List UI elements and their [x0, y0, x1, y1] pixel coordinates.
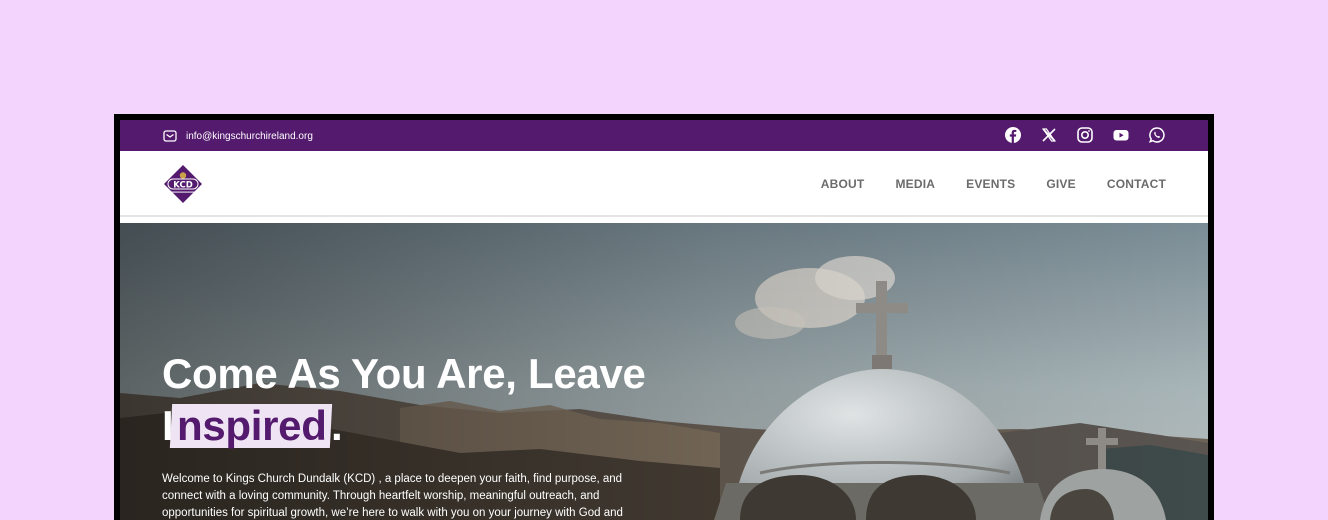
instagram-icon[interactable] [1076, 126, 1094, 144]
nav-about[interactable]: ABOUT [821, 177, 865, 191]
social-links [1004, 126, 1166, 144]
hero-intro-text: Welcome to Kings Church Dundalk (KCD) , … [162, 473, 623, 519]
nav-give[interactable]: GIVE [1046, 177, 1075, 191]
top-bar: info@kingschurchireland.org [120, 120, 1208, 151]
nav-media[interactable]: MEDIA [895, 177, 935, 191]
website: info@kingschurchireland.org KCD ABOUT ME… [120, 120, 1208, 520]
hero-headline: Come As You Are, Leave Inspired. [162, 348, 722, 452]
nav-menu: ABOUT MEDIA EVENTS GIVE CONTACT [821, 177, 1166, 191]
headline-suffix: . [330, 402, 343, 449]
facebook-icon[interactable] [1004, 126, 1022, 144]
whatsapp-icon[interactable] [1148, 126, 1166, 144]
headline-highlight-text: nspired [177, 402, 327, 449]
headline-highlight: nspired [170, 402, 333, 449]
youtube-icon[interactable] [1112, 126, 1130, 144]
headline-line-1: Come As You Are, Leave [162, 350, 646, 397]
email-text: info@kingschurchireland.org [186, 130, 313, 142]
hero-section: Come As You Are, Leave Inspired. Welcome… [120, 223, 1208, 520]
nav-events[interactable]: EVENTS [966, 177, 1015, 191]
email-link[interactable]: info@kingschurchireland.org [163, 129, 313, 143]
logo-text: KCD [173, 180, 193, 190]
nav-contact[interactable]: CONTACT [1107, 177, 1166, 191]
x-icon[interactable] [1040, 126, 1058, 144]
main-navigation: KCD ABOUT MEDIA EVENTS GIVE CONTACT [120, 151, 1208, 217]
logo[interactable]: KCD [163, 164, 203, 204]
mail-icon [163, 130, 177, 142]
browser-frame: info@kingschurchireland.org KCD ABOUT ME… [114, 114, 1214, 520]
